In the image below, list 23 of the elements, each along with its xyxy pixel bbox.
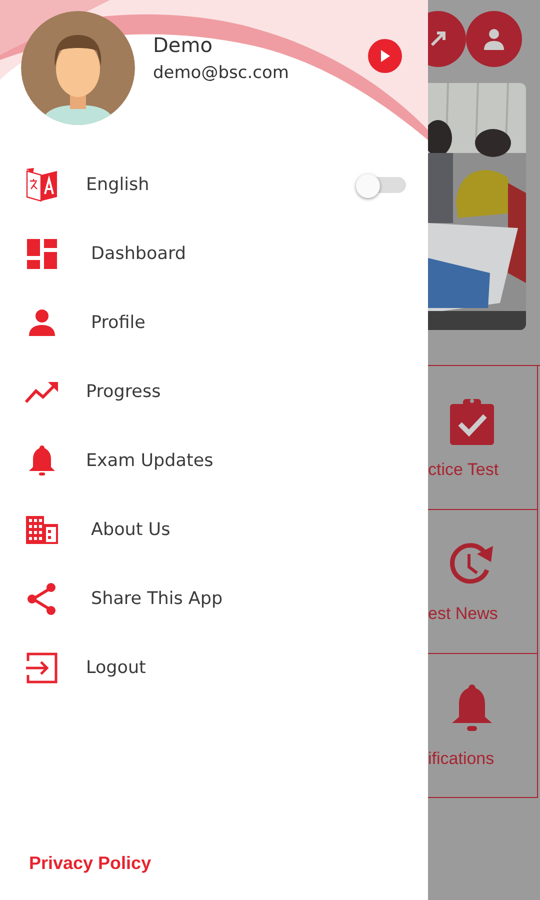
menu-item[interactable]: Profile [0, 288, 428, 357]
bell-icon [27, 444, 57, 476]
translate-icon [24, 166, 60, 202]
language-row: English [0, 150, 428, 219]
menu-item[interactable]: Progress [0, 357, 428, 426]
share-icon [26, 582, 58, 616]
menu-item[interactable]: About Us [0, 495, 428, 564]
menu-item[interactable]: Dashboard [0, 219, 428, 288]
building-icon [25, 514, 59, 544]
play-icon [379, 48, 391, 62]
logout-icon [26, 652, 58, 684]
menu-item[interactable]: Exam Updates [0, 426, 428, 495]
menu-item[interactable]: Share This App [0, 564, 428, 633]
trending-up-icon [24, 380, 60, 404]
language-toggle[interactable] [356, 174, 406, 196]
person-icon [27, 308, 57, 338]
privacy-policy-link[interactable]: Privacy Policy [29, 853, 152, 873]
user-name: Demo [153, 33, 214, 57]
menu-item[interactable]: Logout [0, 633, 428, 702]
dashboard-icon [26, 238, 58, 270]
person-icon [482, 26, 506, 50]
arrow-icon [428, 28, 448, 48]
user-email: demo@bsc.com [153, 63, 289, 83]
